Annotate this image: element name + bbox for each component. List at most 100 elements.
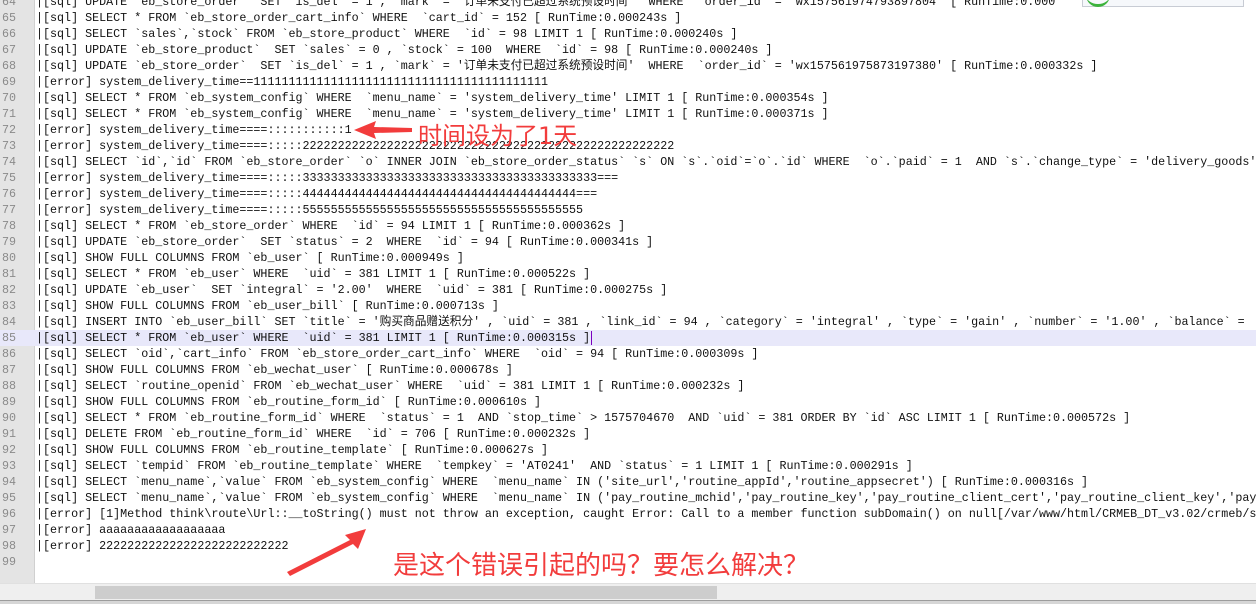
code-line[interactable]: 96 |[error] [1]Method think\route\Url::__… xyxy=(0,506,1256,522)
line-number: 80 xyxy=(2,251,17,265)
code-line[interactable]: 82 |[sql] UPDATE `eb_user` SET `integral`… xyxy=(0,282,1256,298)
line-number: 88 xyxy=(2,379,17,393)
horizontal-scrollbar-thumb[interactable] xyxy=(95,586,717,599)
line-number: 98 xyxy=(2,539,17,553)
line-text[interactable]: |[error] system_delivery_time====:::::44… xyxy=(36,186,597,202)
code-line[interactable]: 95 |[sql] SELECT `menu_name`,`value` FROM… xyxy=(0,490,1256,506)
code-line[interactable]: 71 |[sql] SELECT * FROM `eb_system_config… xyxy=(0,106,1256,122)
line-text[interactable]: |[sql] UPDATE `eb_store_order` SET `stat… xyxy=(36,234,653,250)
code-line[interactable]: 94 |[sql] SELECT `menu_name`,`value` FROM… xyxy=(0,474,1256,490)
line-number: 86 xyxy=(2,347,17,361)
line-text[interactable]: |[sql] SELECT `oid`,`cart_info` FROM `eb… xyxy=(36,346,758,362)
line-number: 78 xyxy=(2,219,17,233)
line-number: 70 xyxy=(2,91,17,105)
line-text[interactable]: |[sql] SHOW FULL COLUMNS FROM `eb_user_b… xyxy=(36,298,499,314)
code-line[interactable]: 68 |[sql] UPDATE `eb_store_order` SET `is… xyxy=(0,58,1256,74)
line-text[interactable]: |[sql] SELECT * FROM `eb_user` WHERE `ui… xyxy=(36,330,590,346)
line-number: 76 xyxy=(2,187,17,201)
text-caret xyxy=(590,331,592,345)
code-line[interactable]: 77 |[error] system_delivery_time====:::::… xyxy=(0,202,1256,218)
code-line[interactable]: 67 |[sql] UPDATE `eb_store_product` SET `… xyxy=(0,42,1256,58)
code-line[interactable]: 90 |[sql] SELECT * FROM `eb_routine_form_… xyxy=(0,410,1256,426)
line-number: 95 xyxy=(2,491,17,505)
code-line[interactable]: 69 |[error] system_delivery_time==1111111… xyxy=(0,74,1256,90)
code-line[interactable]: 73 |[error] system_delivery_time====:::::… xyxy=(0,138,1256,154)
code-line[interactable]: 85 |[sql] SELECT * FROM `eb_user` WHERE `… xyxy=(0,330,1256,346)
code-line[interactable]: 76 |[error] system_delivery_time====:::::… xyxy=(0,186,1256,202)
line-text[interactable]: |[sql] SHOW FULL COLUMNS FROM `eb_user` … xyxy=(36,250,464,266)
line-text[interactable]: |[error] 222222222222222222222222222 xyxy=(36,538,289,554)
line-text[interactable]: |[sql] UPDATE `eb_store_order` SET `is_d… xyxy=(36,58,1097,74)
line-number: 79 xyxy=(2,235,17,249)
line-text[interactable]: |[sql] UPDATE `eb_store_order` SET `is_d… xyxy=(36,0,1055,10)
line-text[interactable]: |[sql] SELECT * FROM `eb_routine_form_id… xyxy=(36,410,1130,426)
code-line[interactable]: 70 |[sql] SELECT * FROM `eb_system_config… xyxy=(0,90,1256,106)
line-text[interactable]: |[sql] UPDATE `eb_store_product` SET `sa… xyxy=(36,42,772,58)
line-number: 85 xyxy=(2,331,17,345)
line-text[interactable]: |[sql] SELECT * FROM `eb_store_order` WH… xyxy=(36,218,625,234)
line-text[interactable]: |[sql] SHOW FULL COLUMNS FROM `eb_routin… xyxy=(36,442,548,458)
code-line[interactable]: 75 |[error] system_delivery_time====:::::… xyxy=(0,170,1256,186)
line-number: 69 xyxy=(2,75,17,89)
line-number: 73 xyxy=(2,139,17,153)
line-text[interactable]: |[error] system_delivery_time====:::::33… xyxy=(36,170,618,186)
line-text[interactable]: |[sql] UPDATE `eb_user` SET `integral` =… xyxy=(36,282,667,298)
line-text[interactable]: |[sql] SELECT `routine_openid` FROM `eb_… xyxy=(36,378,744,394)
line-text[interactable]: |[sql] INSERT INTO `eb_user_bill` SET `t… xyxy=(36,314,1245,330)
line-text[interactable]: |[sql] SELECT `id`,`id` FROM `eb_store_o… xyxy=(36,154,1256,170)
line-number: 64 xyxy=(2,0,17,9)
line-number: 84 xyxy=(2,315,17,329)
line-number: 66 xyxy=(2,27,17,41)
annotation-question: 是这个错误引起的吗？要怎么解决？ xyxy=(393,551,810,581)
code-line[interactable]: 84 |[sql] INSERT INTO `eb_user_bill` SET … xyxy=(0,314,1256,330)
code-lines[interactable]: 64 |[sql] UPDATE `eb_store_order` SET `is… xyxy=(0,0,1256,570)
line-text[interactable]: |[sql] SELECT `menu_name`,`value` FROM `… xyxy=(36,490,1256,506)
line-text[interactable]: |[sql] SELECT * FROM `eb_store_order_car… xyxy=(36,10,681,26)
line-text[interactable]: |[sql] SELECT * FROM `eb_system_config` … xyxy=(36,90,829,106)
code-line[interactable]: 97 |[error] aaaaaaaaaaaaaaaaaa xyxy=(0,522,1256,538)
line-text[interactable]: |[sql] SELECT `tempid` FROM `eb_routine_… xyxy=(36,458,913,474)
line-number: 83 xyxy=(2,299,17,313)
code-line[interactable]: 78 |[sql] SELECT * FROM `eb_store_order` … xyxy=(0,218,1256,234)
code-line[interactable]: 89 |[sql] SHOW FULL COLUMNS FROM `eb_rout… xyxy=(0,394,1256,410)
code-line[interactable]: 72 |[error] system_delivery_time====:::::… xyxy=(0,122,1256,138)
line-text[interactable]: |[error] system_delivery_time====:::::22… xyxy=(36,138,674,154)
code-line[interactable]: 74 |[sql] SELECT `id`,`id` FROM `eb_store… xyxy=(0,154,1256,170)
line-number: 89 xyxy=(2,395,17,409)
line-number: 94 xyxy=(2,475,17,489)
line-text[interactable]: |[sql] SHOW FULL COLUMNS FROM `eb_wechat… xyxy=(36,362,513,378)
code-line[interactable]: 86 |[sql] SELECT `oid`,`cart_info` FROM `… xyxy=(0,346,1256,362)
line-text[interactable]: |[error] [1]Method think\route\Url::__to… xyxy=(36,506,1256,522)
line-number: 68 xyxy=(2,59,17,73)
line-text[interactable]: |[error] system_delivery_time====:::::55… xyxy=(36,202,583,218)
line-text[interactable]: |[sql] DELETE FROM `eb_routine_form_id` … xyxy=(36,426,590,442)
line-text[interactable]: |[sql] SELECT `sales`,`stock` FROM `eb_s… xyxy=(36,26,737,42)
code-line[interactable]: 80 |[sql] SHOW FULL COLUMNS FROM `eb_user… xyxy=(0,250,1256,266)
code-line[interactable]: 81 |[sql] SELECT * FROM `eb_user` WHERE `… xyxy=(0,266,1256,282)
line-text[interactable]: |[sql] SHOW FULL COLUMNS FROM `eb_routin… xyxy=(36,394,541,410)
code-line[interactable]: 65 |[sql] SELECT * FROM `eb_store_order_c… xyxy=(0,10,1256,26)
line-text[interactable]: |[sql] SELECT * FROM `eb_user` WHERE `ui… xyxy=(36,266,590,282)
code-line[interactable]: 66 |[sql] SELECT `sales`,`stock` FROM `eb… xyxy=(0,26,1256,42)
code-line[interactable]: 91 |[sql] DELETE FROM `eb_routine_form_id… xyxy=(0,426,1256,442)
line-text[interactable]: |[error] system_delivery_time==111111111… xyxy=(36,74,548,90)
status-bar-border xyxy=(0,600,1256,604)
code-line[interactable]: 79 |[sql] UPDATE `eb_store_order` SET `st… xyxy=(0,234,1256,250)
code-line[interactable]: 92 |[sql] SHOW FULL COLUMNS FROM `eb_rout… xyxy=(0,442,1256,458)
line-number: 67 xyxy=(2,43,17,57)
horizontal-scrollbar[interactable] xyxy=(0,583,1256,601)
line-text[interactable]: |[error] system_delivery_time====:::::::… xyxy=(36,122,352,138)
code-line[interactable]: 87 |[sql] SHOW FULL COLUMNS FROM `eb_wech… xyxy=(0,362,1256,378)
line-number: 75 xyxy=(2,171,17,185)
line-number: 81 xyxy=(2,267,17,281)
code-line[interactable]: 93 |[sql] SELECT `tempid` FROM `eb_routin… xyxy=(0,458,1256,474)
line-number: 92 xyxy=(2,443,17,457)
code-line[interactable]: 88 |[sql] SELECT `routine_openid` FROM `e… xyxy=(0,378,1256,394)
line-number: 74 xyxy=(2,155,17,169)
line-text[interactable]: |[sql] SELECT `menu_name`,`value` FROM `… xyxy=(36,474,1088,490)
line-text[interactable]: |[error] aaaaaaaaaaaaaaaaaa xyxy=(36,522,225,538)
code-line[interactable]: 64 |[sql] UPDATE `eb_store_order` SET `is… xyxy=(0,0,1256,10)
code-line[interactable]: 83 |[sql] SHOW FULL COLUMNS FROM `eb_user… xyxy=(0,298,1256,314)
annotation-time-set-1-day: 时间设为了1天 xyxy=(418,122,578,150)
log-editor[interactable]: 64 |[sql] UPDATE `eb_store_order` SET `is… xyxy=(0,0,1256,583)
